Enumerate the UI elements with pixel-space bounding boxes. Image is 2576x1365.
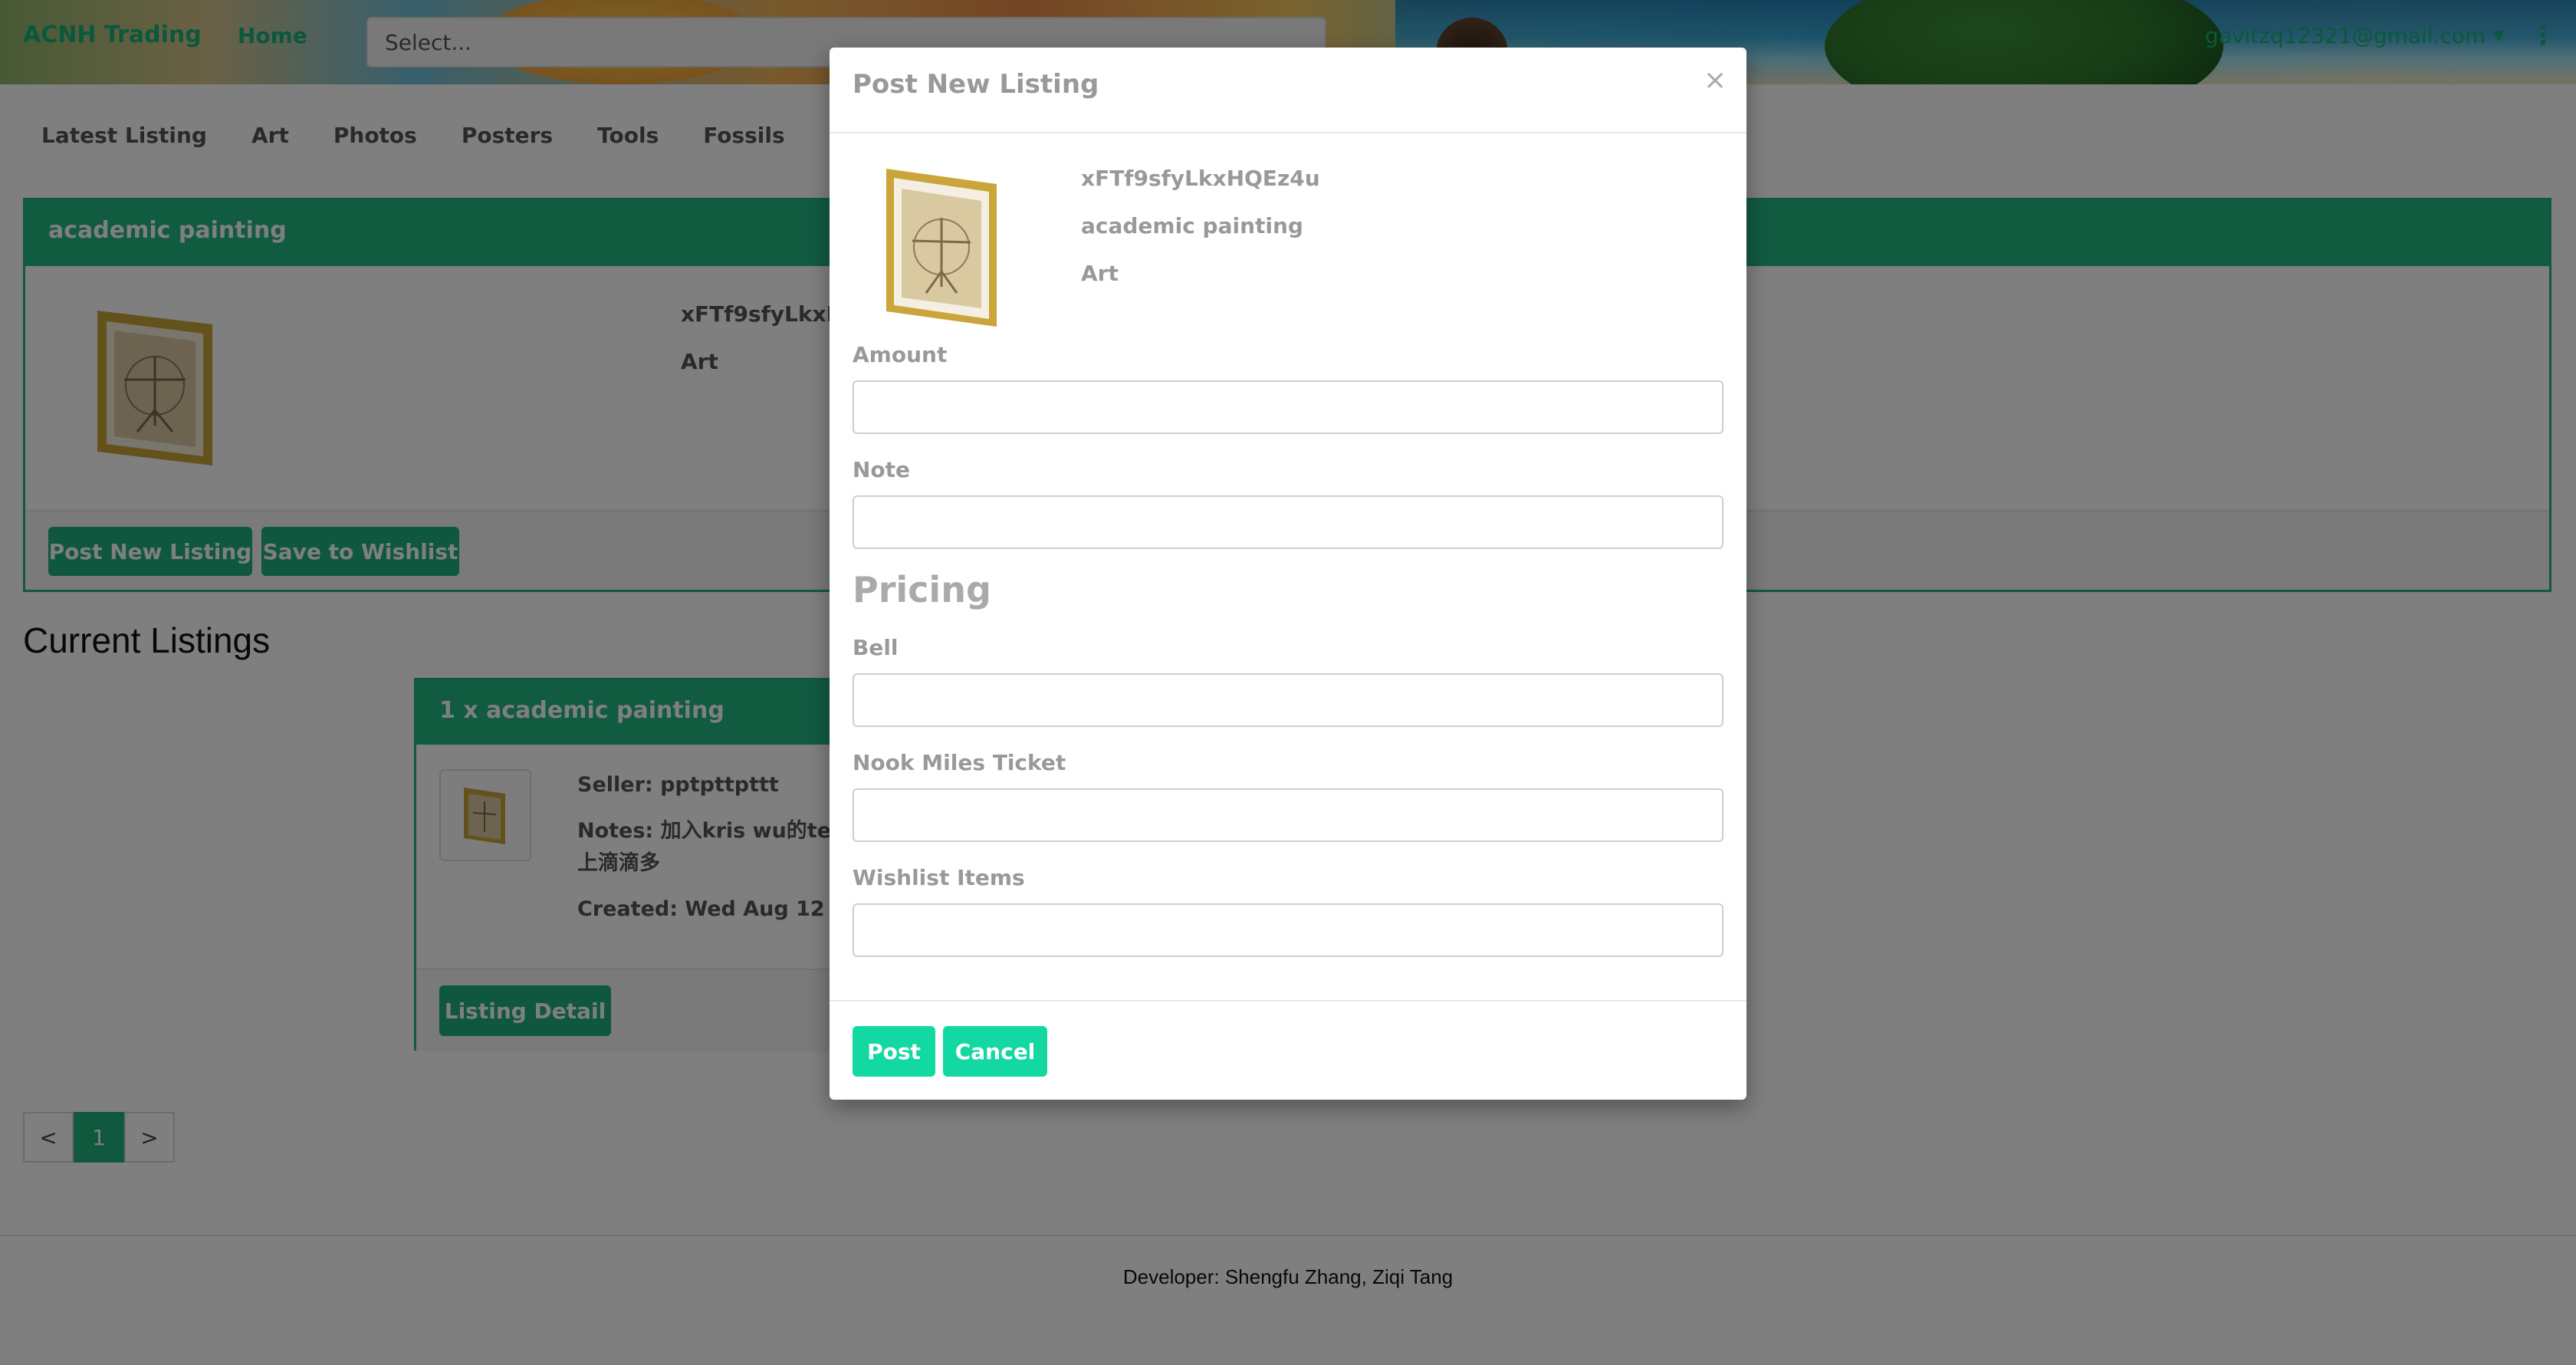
cancel-button[interactable]: Cancel <box>943 1026 1047 1077</box>
modal-title: Post New Listing <box>853 69 1099 100</box>
pricing-heading: Pricing <box>853 569 991 610</box>
painting-image <box>882 163 1012 331</box>
close-icon[interactable]: × <box>1704 64 1727 96</box>
post-button[interactable]: Post <box>853 1026 935 1077</box>
bell-input[interactable] <box>853 673 1723 727</box>
nook-miles-ticket-input[interactable] <box>853 788 1723 842</box>
modal-item-name: academic painting <box>1081 213 1303 238</box>
nook-miles-ticket-label: Nook Miles Ticket <box>853 750 1066 775</box>
modal-divider <box>830 1000 1746 1002</box>
post-listing-modal: Post New Listing × xFTf9sfyLkxHQEz4u aca… <box>830 48 1746 1100</box>
modal-item-category: Art <box>1081 261 1119 286</box>
note-input[interactable] <box>853 495 1723 549</box>
note-label: Note <box>853 457 911 482</box>
wishlist-items-input[interactable] <box>853 903 1723 957</box>
amount-input[interactable] <box>853 380 1723 434</box>
amount-label: Amount <box>853 342 948 367</box>
modal-item-meta: xFTf9sfyLkxHQEz4u academic painting Art <box>1081 155 1320 298</box>
modal-divider <box>830 132 1746 133</box>
modal-item-id: xFTf9sfyLkxHQEz4u <box>1081 166 1320 191</box>
bell-label: Bell <box>853 635 899 660</box>
wishlist-items-label: Wishlist Items <box>853 865 1025 890</box>
